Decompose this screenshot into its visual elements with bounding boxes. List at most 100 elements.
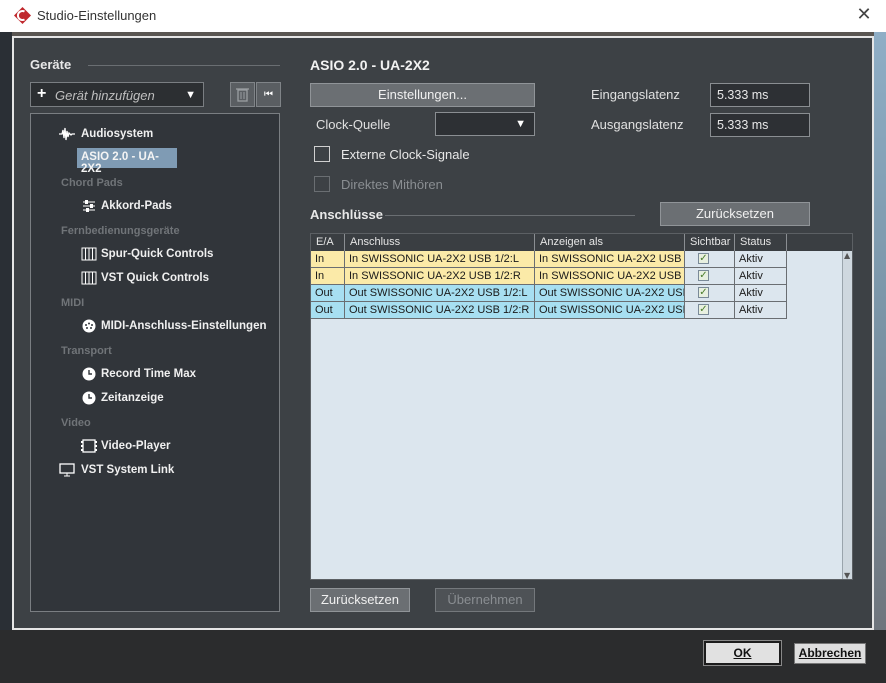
external-clock-label: Externe Clock-Signale <box>341 147 470 162</box>
tree-item-vst-system-link[interactable]: VST System Link <box>81 464 174 476</box>
col-header-visible[interactable]: Sichtbar <box>685 234 735 251</box>
trash-icon <box>236 88 249 102</box>
cell-port: Out SWISSONIC UA-2X2 USB 1/2:L <box>345 285 535 302</box>
clock-icon <box>81 367 97 381</box>
cubase-logo-icon <box>14 7 31 24</box>
table-row[interactable]: Out Out SWISSONIC UA-2X2 USB 1/2:L Out S… <box>311 285 836 302</box>
visible-checkbox[interactable]: ✓ <box>698 253 709 264</box>
cell-visible: ✓ <box>685 268 735 285</box>
cell-port: Out SWISSONIC UA-2X2 USB 1/2:R <box>345 302 535 319</box>
direct-monitoring-label: Direktes Mithören <box>341 177 443 192</box>
table-row[interactable]: In In SWISSONIC UA-2X2 USB 1/2:L In SWIS… <box>311 251 836 268</box>
tree-item-audiosystem[interactable]: Audiosystem <box>81 128 153 140</box>
col-header-port[interactable]: Anschluss <box>345 234 535 251</box>
ok-button[interactable]: OK <box>703 640 782 666</box>
tree-item-vst-quick-controls[interactable]: VST Quick Controls <box>101 272 209 284</box>
tree-item-time-display[interactable]: Zeitanzeige <box>101 392 164 404</box>
tree-category-transport: Transport <box>61 345 112 357</box>
cell-status: Aktiv <box>735 251 787 268</box>
visible-checkbox[interactable]: ✓ <box>698 287 709 298</box>
film-icon <box>81 439 97 453</box>
delete-device-button[interactable] <box>230 82 255 107</box>
cell-io: Out <box>311 285 345 302</box>
reset-device-button[interactable]: ⏮ <box>256 82 281 107</box>
cancel-label: Abbrechen <box>798 646 862 660</box>
clock-source-select[interactable]: ▼ <box>435 112 535 136</box>
table-header: E/A Anschluss Anzeigen als Sichtbar Stat… <box>311 234 852 251</box>
sliders-icon <box>81 199 97 213</box>
col-header-status[interactable]: Status <box>735 234 787 251</box>
plus-icon: + <box>37 85 47 102</box>
ports-divider <box>385 215 635 216</box>
scroll-down-icon[interactable]: ▼ <box>844 571 850 579</box>
reset-button[interactable]: Zurücksetzen <box>310 588 410 612</box>
tree-category-video: Video <box>61 417 91 429</box>
devices-heading: Geräte <box>30 57 72 72</box>
tree-item-record-time-max[interactable]: Record Time Max <box>101 368 196 380</box>
input-latency-label: Eingangslatenz <box>591 87 680 102</box>
cell-display[interactable]: Out SWISSONIC UA-2X2 USB <box>535 302 685 319</box>
table-row[interactable]: In In SWISSONIC UA-2X2 USB 1/2:R In SWIS… <box>311 268 836 285</box>
close-icon[interactable]: ✕ <box>854 5 874 25</box>
apply-button[interactable]: Übernehmen <box>435 588 535 612</box>
cell-port: In SWISSONIC UA-2X2 USB 1/2:R <box>345 268 535 285</box>
background-app-left <box>0 32 12 683</box>
tree-category-remote: Fernbedienungsgeräte <box>61 225 180 237</box>
input-latency-value: 5.333 ms <box>710 83 810 107</box>
cell-visible: ✓ <box>685 285 735 302</box>
cell-visible: ✓ <box>685 302 735 319</box>
cell-io: In <box>311 268 345 285</box>
waveform-icon <box>59 127 75 141</box>
skip-back-icon: ⏮ <box>264 89 273 100</box>
midi-port-icon <box>81 319 97 333</box>
reset-ports-button[interactable]: Zurücksetzen <box>660 202 810 226</box>
device-tree: Audiosystem ASIO 2.0 - UA-2X2 Chord Pads… <box>30 113 280 612</box>
dropdown-arrow-icon: ▼ <box>185 89 196 101</box>
ports-heading: Anschlüsse <box>310 207 383 222</box>
tree-item-video-player[interactable]: Video-Player <box>101 440 170 452</box>
cell-port: In SWISSONIC UA-2X2 USB 1/2:L <box>345 251 535 268</box>
tree-item-midi-port-settings[interactable]: MIDI-Anschluss-Einstellungen <box>101 320 267 332</box>
settings-button[interactable]: Einstellungen... <box>310 83 535 107</box>
cell-display[interactable]: Out SWISSONIC UA-2X2 USB <box>535 285 685 302</box>
ports-table: E/A Anschluss Anzeigen als Sichtbar Stat… <box>310 233 853 580</box>
col-header-io[interactable]: E/A <box>311 234 345 251</box>
cell-io: Out <box>311 302 345 319</box>
dropdown-arrow-icon: ▼ <box>515 118 526 130</box>
piano-icon <box>81 271 97 285</box>
output-latency-value: 5.333 ms <box>710 113 810 137</box>
cell-io: In <box>311 251 345 268</box>
tree-category-chord-pads: Chord Pads <box>61 177 123 189</box>
cell-status: Aktiv <box>735 268 787 285</box>
studio-settings-panel: Geräte + Gerät hinzufügen ▼ ⏮ Audiosyste… <box>12 36 874 630</box>
visible-checkbox[interactable]: ✓ <box>698 270 709 281</box>
cell-display[interactable]: In SWISSONIC UA-2X2 USB 1/ <box>535 251 685 268</box>
cancel-button[interactable]: Abbrechen <box>794 643 866 664</box>
add-device-label: Gerät hinzufügen <box>55 88 155 103</box>
external-clock-checkbox[interactable] <box>314 146 330 162</box>
clock-icon <box>81 391 97 405</box>
cell-status: Aktiv <box>735 302 787 319</box>
direct-monitoring-checkbox[interactable] <box>314 176 330 192</box>
tree-item-spur-quick-controls[interactable]: Spur-Quick Controls <box>101 248 213 260</box>
monitor-icon <box>59 463 75 477</box>
scroll-up-icon[interactable]: ▲ <box>844 251 850 260</box>
add-device-dropdown[interactable]: + Gerät hinzufügen ▼ <box>30 82 204 107</box>
table-row[interactable]: Out Out SWISSONIC UA-2X2 USB 1/2:R Out S… <box>311 302 836 319</box>
devices-divider <box>88 65 280 66</box>
table-scrollbar[interactable]: ▲ ▼ <box>842 251 852 579</box>
clock-source-label: Clock-Quelle <box>316 117 391 132</box>
cell-visible: ✓ <box>685 251 735 268</box>
piano-icon <box>81 247 97 261</box>
visible-checkbox[interactable]: ✓ <box>698 304 709 315</box>
tree-category-midi: MIDI <box>61 297 85 309</box>
cell-status: Aktiv <box>735 285 787 302</box>
device-title: ASIO 2.0 - UA-2X2 <box>310 57 430 73</box>
output-latency-label: Ausgangslatenz <box>591 117 684 132</box>
window-title: Studio-Einstellungen <box>37 8 157 23</box>
cell-display[interactable]: In SWISSONIC UA-2X2 USB 1/ <box>535 268 685 285</box>
tree-item-akkord-pads[interactable]: Akkord-Pads <box>101 200 172 212</box>
col-header-display[interactable]: Anzeigen als <box>535 234 685 251</box>
tree-item-selected-device[interactable]: ASIO 2.0 - UA-2X2 <box>77 148 177 175</box>
background-app-right <box>874 32 886 683</box>
